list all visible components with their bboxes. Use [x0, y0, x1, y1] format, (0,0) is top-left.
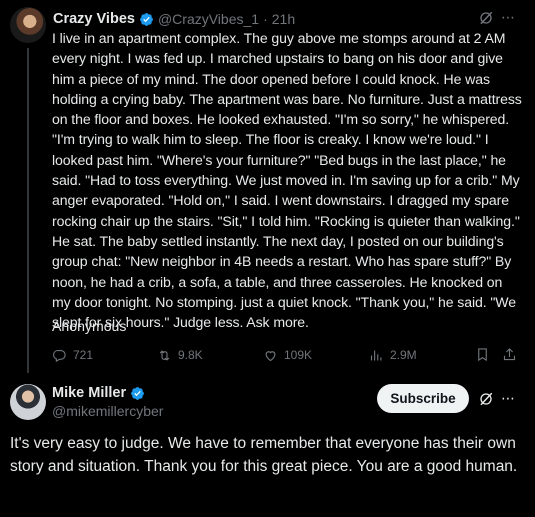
subscribe-button[interactable]: Subscribe: [377, 384, 469, 413]
views-chart-icon: [370, 350, 382, 360]
reply-body-text: It's very easy to judge. We have to reme…: [10, 435, 518, 475]
grok-icon[interactable]: [478, 10, 494, 26]
post-action-bar: 721 9.8K 109K 2.9M: [52, 346, 522, 364]
share-icon[interactable]: [502, 347, 517, 362]
repost-count: 9.8K: [178, 348, 203, 362]
repost-button[interactable]: 9.8K: [157, 346, 203, 364]
author-name[interactable]: Crazy Vibes: [53, 11, 135, 27]
post-body-text: I live in an apartment complex. The guy …: [52, 30, 522, 331]
post-signoff: Anonymous: [52, 318, 127, 334]
grok-icon[interactable]: [478, 391, 494, 407]
verified-badge-icon: [140, 12, 153, 26]
reply-author-avatar[interactable]: [10, 384, 46, 420]
bookmark-icon[interactable]: [475, 347, 490, 362]
verified-badge-icon: [131, 386, 145, 400]
heart-icon: [265, 350, 276, 361]
reply-icon: [53, 349, 66, 362]
reply-button[interactable]: 721: [52, 346, 93, 364]
like-count: 109K: [284, 348, 313, 362]
author-avatar[interactable]: [10, 7, 46, 43]
reply-count: 721: [73, 348, 94, 362]
reply-header: Mike Miller: [52, 385, 149, 401]
views-button[interactable]: 2.9M: [369, 346, 417, 364]
reply-author-handle[interactable]: @mikemillercyber: [52, 403, 163, 419]
more-options-icon[interactable]: ⋯: [501, 9, 519, 27]
author-handle[interactable]: @CrazyVibes_1: [158, 11, 259, 27]
post-timestamp[interactable]: 21h: [272, 11, 295, 27]
like-button[interactable]: 109K: [263, 346, 312, 364]
separator-dot: ·: [263, 11, 268, 27]
post-header: Crazy Vibes @CrazyVibes_1 · 21h: [53, 10, 295, 28]
more-options-icon[interactable]: ⋯: [501, 390, 519, 408]
repost-icon: [159, 349, 170, 361]
thread-connector-line: [27, 48, 29, 373]
reply-author-name[interactable]: Mike Miller: [52, 385, 126, 401]
view-count: 2.9M: [390, 348, 417, 362]
